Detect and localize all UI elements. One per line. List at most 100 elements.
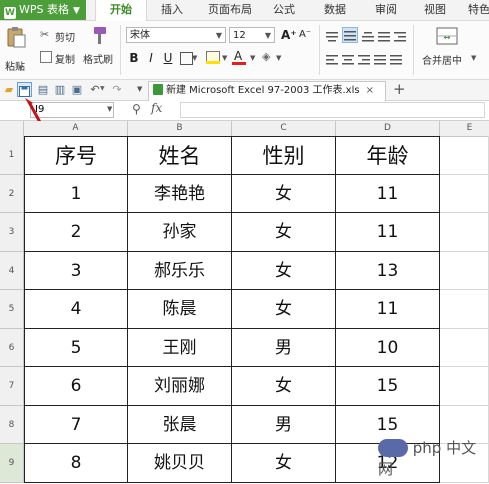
cell-a5[interactable]: 4 — [24, 290, 128, 329]
font-color-icon[interactable]: A — [234, 49, 242, 63]
row-header-9[interactable]: 9 — [0, 444, 24, 483]
cell-c1[interactable]: 性别 — [232, 136, 336, 175]
cell-e3[interactable] — [440, 213, 489, 252]
distributed-icon[interactable] — [390, 51, 402, 70]
document-tab[interactable]: 新建 Microsoft Excel 97-2003 工作表.xls × — [148, 81, 386, 101]
tab-data[interactable]: 数据 — [313, 0, 357, 20]
tab-insert[interactable]: 插入 — [150, 0, 194, 20]
cell-b3[interactable]: 孙家 — [128, 213, 232, 252]
row-header-7[interactable]: 7 — [0, 367, 24, 406]
cell-e5[interactable] — [440, 290, 489, 329]
row-header-6[interactable]: 6 — [0, 328, 24, 367]
zoom-icon[interactable]: ⚲ — [132, 102, 141, 116]
cell-c5[interactable]: 女 — [232, 290, 336, 329]
copy-button[interactable]: 复制 — [55, 51, 75, 66]
italic-button[interactable]: I — [144, 50, 158, 66]
cell-c7[interactable]: 女 — [232, 367, 336, 406]
cell-d1[interactable]: 年龄 — [336, 136, 440, 175]
cell-e7[interactable] — [440, 367, 489, 406]
cell-b1[interactable]: 姓名 — [128, 136, 232, 175]
row-header-2[interactable]: 2 — [0, 174, 24, 213]
cell-b5[interactable]: 陈晨 — [128, 290, 232, 329]
cell-c2[interactable]: 女 — [232, 174, 336, 213]
new-tab-button[interactable]: + — [393, 80, 406, 98]
underline-button[interactable]: U — [161, 50, 175, 66]
tab-home[interactable]: 开始 — [95, 0, 147, 21]
align-middle-icon[interactable] — [342, 27, 358, 43]
cell-a1[interactable]: 序号 — [24, 136, 128, 175]
cell-d2[interactable]: 11 — [336, 174, 440, 213]
cell-a6[interactable]: 5 — [24, 328, 128, 367]
cell-c4[interactable]: 女 — [232, 251, 336, 290]
tab-page-layout[interactable]: 页面布局 — [200, 0, 260, 20]
insert-function-button[interactable]: fx — [151, 101, 162, 115]
row-header-5[interactable]: 5 — [0, 290, 24, 329]
cell-e2[interactable] — [440, 174, 489, 213]
formula-input[interactable] — [180, 102, 485, 118]
redo-icon[interactable]: ↷ — [110, 83, 124, 96]
tab-formulas[interactable]: 公式 — [262, 0, 306, 20]
select-all-corner[interactable] — [0, 121, 24, 136]
cell-d4[interactable]: 13 — [336, 251, 440, 290]
cell-b4[interactable]: 郝乐乐 — [128, 251, 232, 290]
column-header-c[interactable]: C — [232, 121, 336, 136]
font-name-select[interactable]: 宋体 ▼ — [126, 27, 226, 43]
cell-d6[interactable]: 10 — [336, 328, 440, 367]
print-icon[interactable]: ▥ — [53, 83, 67, 96]
cell-a7[interactable]: 6 — [24, 367, 128, 406]
cell-d5[interactable]: 11 — [336, 290, 440, 329]
justify-icon[interactable] — [374, 51, 386, 70]
cell-b9[interactable]: 姚贝贝 — [128, 444, 232, 483]
cell-a9[interactable]: 8 — [24, 444, 128, 483]
close-tab-icon[interactable]: × — [366, 85, 374, 96]
format-painter-button[interactable] — [88, 26, 108, 46]
tab-review[interactable]: 审阅 — [364, 0, 408, 20]
cell-b7[interactable]: 刘丽娜 — [128, 367, 232, 406]
row-header-8[interactable]: 8 — [0, 405, 24, 444]
bold-button[interactable]: B — [127, 50, 141, 66]
column-header-e[interactable]: E — [440, 121, 489, 136]
cell-b6[interactable]: 王刚 — [128, 328, 232, 367]
print-preview-icon[interactable]: ▣ — [70, 83, 84, 96]
cell-e4[interactable] — [440, 251, 489, 290]
cell-c3[interactable]: 女 — [232, 213, 336, 252]
column-header-d[interactable]: D — [336, 121, 440, 136]
grow-font-button[interactable]: A⁺ — [281, 27, 297, 43]
paste-button[interactable] — [5, 26, 31, 52]
app-menu-button[interactable]: W WPS 表格 ▼ — [0, 0, 86, 20]
cell-a8[interactable]: 7 — [24, 405, 128, 444]
tab-view[interactable]: 视图 — [413, 0, 457, 20]
cell-a4[interactable]: 3 — [24, 251, 128, 290]
cell-c9[interactable]: 女 — [232, 444, 336, 483]
cell-c6[interactable]: 男 — [232, 328, 336, 367]
cell-a2[interactable]: 1 — [24, 174, 128, 213]
cell-b2[interactable]: 李艳艳 — [128, 174, 232, 213]
align-left-icon[interactable] — [326, 51, 338, 70]
font-size-select[interactable]: 12 ▼ — [229, 27, 275, 43]
customize-qat-icon[interactable]: ▼ — [137, 85, 142, 93]
wrap-text-icon[interactable] — [378, 28, 390, 47]
cell-b8[interactable]: 张晨 — [128, 405, 232, 444]
merge-center-button[interactable]: ↔ — [436, 26, 458, 46]
save-button[interactable] — [17, 82, 32, 97]
align-right-icon[interactable] — [358, 51, 370, 70]
row-header-3[interactable]: 3 — [0, 213, 24, 252]
column-header-a[interactable]: A — [24, 121, 128, 136]
row-header-1[interactable]: 1 — [0, 136, 24, 175]
indent-icon[interactable] — [394, 28, 406, 47]
tab-special[interactable]: 特色 — [459, 0, 489, 20]
cell-a3[interactable]: 2 — [24, 213, 128, 252]
align-center-icon[interactable] — [342, 51, 354, 70]
cell-d7[interactable]: 15 — [336, 367, 440, 406]
shrink-font-button[interactable]: A⁻ — [298, 27, 312, 43]
column-header-b[interactable]: B — [128, 121, 232, 136]
export-pdf-icon[interactable]: ▤ — [36, 83, 50, 96]
cell-e1[interactable] — [440, 136, 489, 175]
cell-d3[interactable]: 11 — [336, 213, 440, 252]
align-bottom-icon[interactable] — [362, 28, 374, 47]
row-header-4[interactable]: 4 — [0, 251, 24, 290]
align-top-icon[interactable] — [326, 28, 338, 47]
eraser-icon[interactable]: ◈ — [262, 50, 270, 63]
cell-c8[interactable]: 男 — [232, 405, 336, 444]
cut-button[interactable]: 剪切 — [55, 29, 75, 44]
